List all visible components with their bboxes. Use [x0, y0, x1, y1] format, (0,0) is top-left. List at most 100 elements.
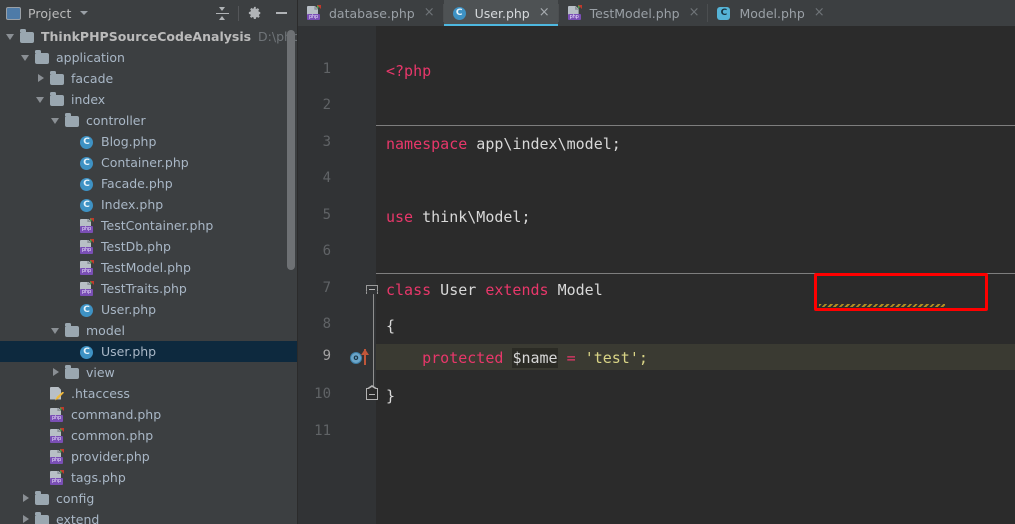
php-class-icon: C	[80, 344, 96, 360]
folder-icon	[65, 113, 81, 129]
tree-item-provider-php[interactable]: php provider.php	[0, 446, 298, 467]
editor-tab-bar: php database.php × C User.php × php TestModel.p…	[298, 0, 1015, 26]
chevron-down-icon[interactable]	[80, 11, 89, 15]
collapse-all-icon	[215, 6, 229, 20]
tree-item-common-php[interactable]: php common.php	[0, 425, 298, 446]
editor-tab-database-php[interactable]: php database.php ×	[298, 0, 443, 26]
tree-item-application[interactable]: application	[0, 47, 298, 68]
folder-icon	[65, 365, 81, 381]
tree-item-label: TestContainer.php	[101, 217, 214, 233]
collapse-all-button[interactable]	[209, 1, 235, 25]
namespace-path: app\index\model;	[467, 135, 621, 153]
php-abstract-class-icon: C	[717, 5, 733, 21]
chevron-down-icon[interactable]	[51, 115, 62, 126]
folder-icon	[50, 92, 66, 108]
tree-item-testcontainer-php[interactable]: php TestContainer.php	[0, 215, 298, 236]
code-editor[interactable]: 1 2 3 4 5 6 7 8 9 10 11 <?php namespace app\index\…	[298, 26, 1015, 524]
open-brace: {	[386, 317, 396, 335]
tree-item-label: Facade.php	[101, 175, 173, 191]
tree-item-label: controller	[86, 112, 146, 128]
tree-item-testmodel-php[interactable]: php TestModel.php	[0, 257, 298, 278]
tree-item-tags-php[interactable]: php tags.php	[0, 467, 298, 488]
tree-item-label: facade	[71, 70, 114, 86]
folder-icon	[50, 71, 66, 87]
line-number-10: 10	[314, 386, 331, 402]
php-class-icon: C	[80, 134, 96, 150]
project-toolbar: Project	[0, 0, 298, 26]
tree-item-label: config	[56, 490, 95, 506]
php-class-icon: C	[80, 176, 96, 192]
string-literal: 'test';	[584, 349, 648, 367]
tree-item-testdb-php[interactable]: php TestDb.php	[0, 236, 298, 257]
close-icon[interactable]: ×	[814, 6, 825, 19]
editor-tab-label: User.php	[474, 5, 530, 21]
code-line-10: }	[386, 386, 395, 406]
tree-item-command-php[interactable]: php command.php	[0, 404, 298, 425]
tree-item-label: index	[71, 91, 106, 107]
overriding-method-icon[interactable]: o	[350, 349, 378, 367]
close-icon[interactable]: ×	[689, 6, 700, 19]
php-file-icon: php	[567, 5, 584, 21]
tree-item-index-php[interactable]: C Index.php	[0, 194, 298, 215]
php-file-icon: php	[50, 469, 66, 486]
parent-class-name: Model	[548, 281, 603, 299]
chevron-down-icon[interactable]	[21, 52, 32, 63]
tree-item-facade-php[interactable]: C Facade.php	[0, 173, 298, 194]
php-open-tag: <?php	[386, 62, 432, 80]
keyword-namespace: namespace	[386, 135, 468, 153]
tree-item-facade[interactable]: facade	[0, 68, 298, 89]
chevron-right-icon[interactable]	[21, 493, 32, 504]
tree-item-view[interactable]: view	[0, 362, 298, 383]
tree-item-label: Blog.php	[101, 133, 157, 149]
tree-item-label: application	[56, 49, 125, 65]
close-icon[interactable]: ×	[539, 6, 550, 19]
editor-tab-model-php[interactable]: C Model.php ×	[708, 0, 833, 26]
php-file-icon: php	[50, 406, 66, 423]
tree-item-user-php[interactable]: C User.php	[0, 341, 298, 362]
tree-item--htaccess[interactable]: .htaccess	[0, 383, 298, 404]
project-tree-scrollbar[interactable]	[287, 30, 295, 270]
editor-gutter[interactable]: 1 2 3 4 5 6 7 8 9 10 11	[298, 26, 376, 524]
chevron-down-icon[interactable]	[6, 31, 17, 42]
tree-item-testtraits-php[interactable]: php TestTraits.php	[0, 278, 298, 299]
php-class-icon: C	[80, 302, 96, 318]
fold-end-icon[interactable]	[366, 384, 379, 401]
editor-tab-label: Model.php	[739, 5, 805, 21]
tree-item-controller[interactable]: controller	[0, 110, 298, 131]
tree-item-label: model	[86, 322, 125, 338]
editor-area: php database.php × C User.php × php TestModel.p…	[298, 0, 1015, 524]
fold-collapse-icon[interactable]	[366, 282, 379, 295]
php-file-icon: php	[50, 427, 66, 444]
annotation-rectangle	[814, 273, 988, 311]
chevron-right-icon[interactable]	[21, 514, 32, 524]
chevron-down-icon[interactable]	[36, 94, 47, 105]
tree-item-model[interactable]: model	[0, 320, 298, 341]
line-number-3: 3	[322, 134, 331, 150]
line-number-9: 9	[322, 348, 331, 364]
tree-item-config[interactable]: config	[0, 488, 298, 509]
use-path: think\Model;	[413, 208, 531, 226]
tree-item-label: ThinkPHPSourceCodeAnalysis	[41, 28, 252, 44]
tree-item-index[interactable]: index	[0, 89, 298, 110]
tree-item-label: command.php	[71, 406, 162, 422]
keyword-use: use	[386, 208, 414, 226]
settings-button[interactable]	[242, 1, 268, 25]
editor-tab-testmodel-php[interactable]: php TestModel.php ×	[558, 0, 708, 26]
tree-item-blog-php[interactable]: C Blog.php	[0, 131, 298, 152]
tree-item-user-php[interactable]: C User.php	[0, 299, 298, 320]
tree-item-label: Index.php	[101, 196, 164, 212]
folder-icon	[35, 491, 51, 507]
tree-item-container-php[interactable]: C Container.php	[0, 152, 298, 173]
keyword-class: class	[386, 281, 432, 299]
code-line-1: <?php	[386, 61, 431, 81]
chevron-right-icon[interactable]	[36, 73, 47, 84]
tree-item-extend[interactable]: extend	[0, 509, 298, 524]
editor-tab-user-php[interactable]: C User.php ×	[443, 0, 558, 26]
close-icon[interactable]: ×	[424, 6, 435, 19]
tree-item-thinkphpsourcecodeanalysis[interactable]: ThinkPHPSourceCodeAnalysisD:\phpstudy_	[0, 26, 298, 47]
minimize-button[interactable]	[268, 1, 294, 25]
chevron-right-icon[interactable]	[51, 367, 62, 378]
chevron-down-icon[interactable]	[51, 325, 62, 336]
